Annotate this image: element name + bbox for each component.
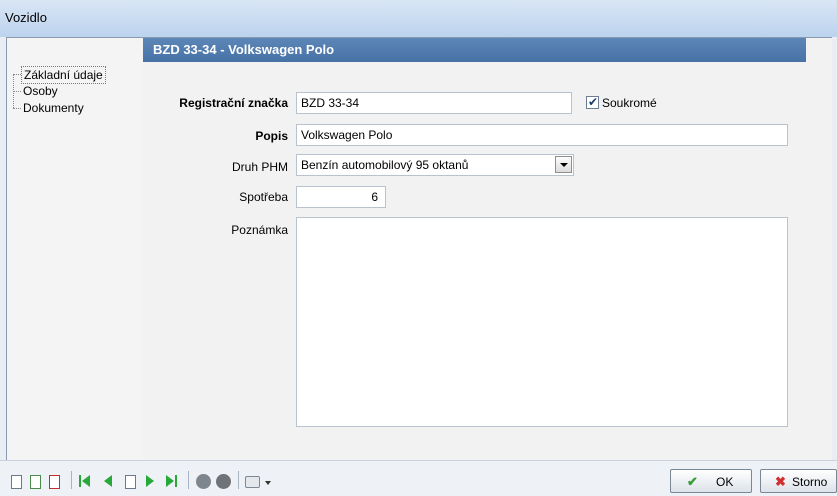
dropdown-icon[interactable] bbox=[265, 481, 271, 485]
fuel-type-label: Druh PHM bbox=[231, 160, 288, 174]
check-icon: ✔ bbox=[588, 95, 599, 109]
registration-label: Registrační značka bbox=[179, 96, 288, 110]
right-margin bbox=[806, 38, 832, 460]
window-title: Vozidlo bbox=[5, 10, 47, 25]
consumption-input[interactable]: 6 bbox=[296, 186, 386, 208]
description-input[interactable]: Volkswagen Polo bbox=[296, 124, 788, 146]
tree-connector bbox=[13, 108, 21, 109]
browse-records-icon[interactable] bbox=[125, 475, 136, 489]
first-record-icon[interactable] bbox=[79, 474, 95, 488]
tree-connector bbox=[13, 91, 21, 92]
consumption-label: Spotřeba bbox=[239, 190, 288, 204]
tree-item-dokumenty[interactable]: Dokumenty bbox=[21, 100, 86, 116]
fuel-type-value: Benzín automobilový 95 oktanů bbox=[301, 158, 469, 172]
print-icon[interactable] bbox=[245, 476, 260, 488]
edit-record-icon[interactable] bbox=[30, 475, 41, 489]
check-icon: ✔ bbox=[687, 474, 698, 489]
toolbar-separator bbox=[188, 471, 189, 489]
next-record-icon[interactable] bbox=[146, 475, 154, 487]
registration-input[interactable]: BZD 33-34 bbox=[296, 92, 572, 114]
description-label: Popis bbox=[255, 129, 288, 143]
private-checkbox-label: Soukromé bbox=[602, 96, 657, 110]
tree-item-zakladni-udaje[interactable]: Základní údaje bbox=[21, 66, 106, 84]
ok-button[interactable]: ✔ OK bbox=[670, 469, 752, 493]
new-record-icon[interactable] bbox=[11, 475, 22, 489]
previous-record-icon[interactable] bbox=[104, 475, 112, 487]
chevron-down-icon[interactable] bbox=[555, 156, 572, 173]
navigation-tree: Základní údaje Osoby Dokumenty bbox=[7, 38, 143, 460]
note-label: Poznámka bbox=[231, 223, 288, 237]
record-header: BZD 33-34 - Volkswagen Polo bbox=[143, 38, 806, 62]
fuel-type-select[interactable]: Benzín automobilový 95 oktanů bbox=[296, 154, 574, 176]
tree-item-osoby[interactable]: Osoby bbox=[21, 83, 60, 99]
delete-record-icon[interactable] bbox=[49, 475, 60, 489]
tree-connector bbox=[13, 74, 21, 75]
note-textarea[interactable] bbox=[296, 217, 788, 427]
cancel-button[interactable]: ✖ Storno bbox=[760, 469, 837, 493]
close-icon: ✖ bbox=[775, 474, 786, 489]
confirm-icon[interactable] bbox=[196, 474, 211, 489]
toolbar-separator bbox=[238, 471, 239, 489]
last-record-icon[interactable] bbox=[165, 474, 181, 488]
first-arrow bbox=[82, 475, 90, 487]
ok-button-label: OK bbox=[716, 475, 734, 489]
toolbar-separator bbox=[71, 471, 72, 489]
last-bar bbox=[175, 475, 177, 487]
first-bar bbox=[79, 475, 81, 487]
cancel-button-label: Storno bbox=[792, 475, 828, 489]
cancel-icon[interactable] bbox=[216, 474, 231, 489]
record-header-title: BZD 33-34 - Volkswagen Polo bbox=[153, 42, 335, 57]
last-arrow bbox=[166, 475, 174, 487]
window-title-bar: Vozidlo bbox=[0, 0, 837, 37]
private-checkbox[interactable]: ✔ bbox=[586, 95, 599, 109]
